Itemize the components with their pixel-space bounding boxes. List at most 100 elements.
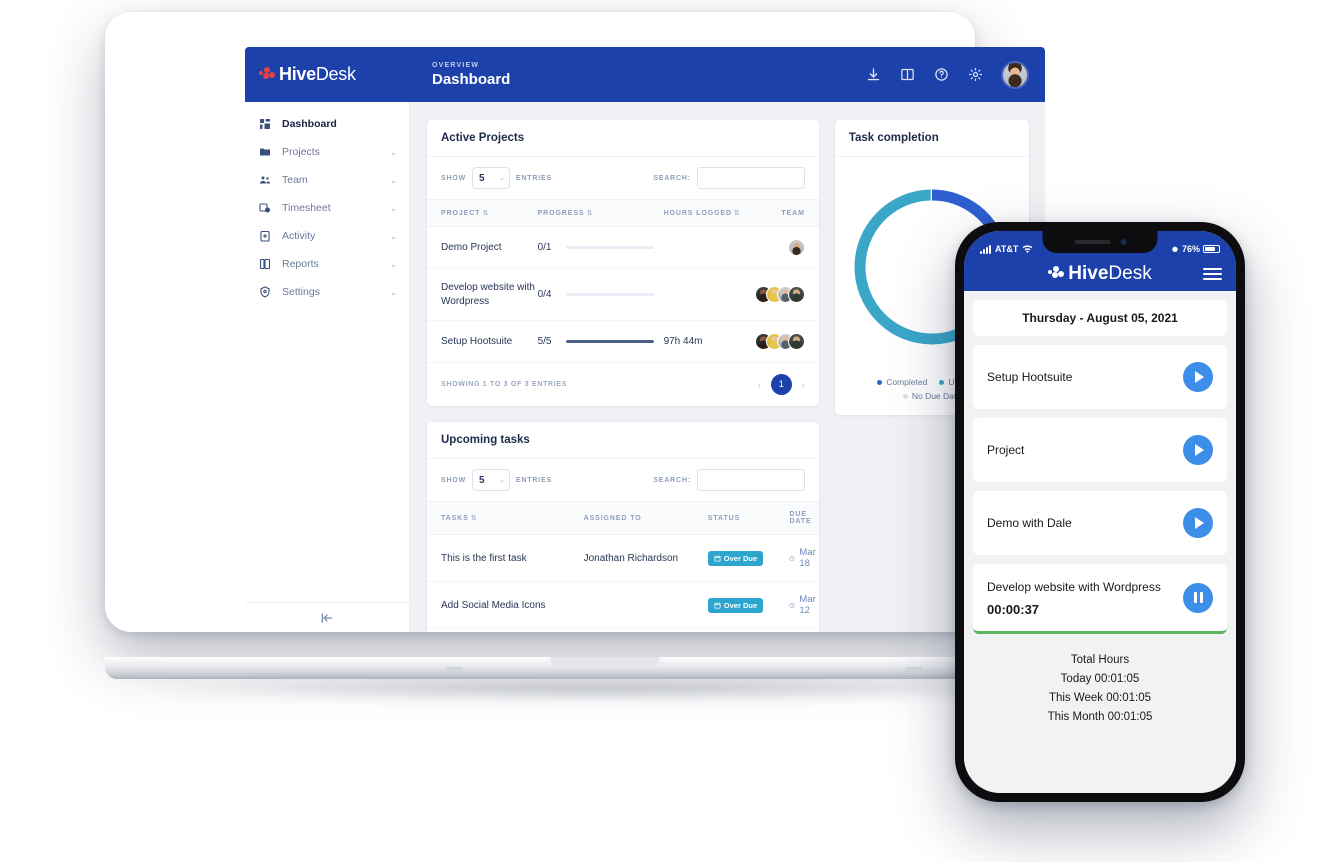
phone-logo-light: Desk: [1108, 263, 1152, 284]
table-row[interactable]: Develop website with Wordpress 0/4: [427, 268, 819, 321]
legend-item-no-due-date: No Due Date: [902, 391, 961, 401]
column-header-hours[interactable]: HOURS LOGGED ⇅: [663, 199, 755, 227]
sidebar-item-settings[interactable]: Settings ⌄: [245, 278, 409, 306]
column-header-team: TEAM: [754, 199, 819, 227]
prev-page-button[interactable]: ‹: [758, 380, 761, 390]
hamburger-icon[interactable]: [1203, 268, 1222, 280]
phone-task-row-active[interactable]: Develop website with Wordpress 00:00:37: [973, 564, 1227, 634]
hivedesk-logo-icon: [1048, 266, 1065, 282]
sidebar-item-reports[interactable]: Reports ⌄: [245, 250, 409, 278]
app-logo[interactable]: HiveDesk: [245, 64, 410, 85]
gear-icon[interactable]: [967, 67, 983, 83]
cell-assigned: Jonathan Richardson: [583, 534, 708, 582]
search-label: SEARCH:: [653, 174, 691, 182]
laptop-foot-dot: [445, 667, 463, 671]
phone-task-row[interactable]: Setup Hootsuite: [973, 345, 1227, 409]
phone-task-name: Demo with Dale: [987, 516, 1072, 530]
column-header-progress[interactable]: PROGRESS ⇅: [537, 199, 664, 227]
search-input[interactable]: [696, 167, 805, 189]
sidebar-item-activity[interactable]: Activity ⌄: [245, 222, 409, 250]
entries-select-value: 5: [478, 474, 485, 486]
cell-assigned: [583, 628, 708, 632]
status-badge: Over Due: [707, 550, 764, 566]
entries-select[interactable]: 5 ⌄: [471, 167, 510, 189]
sort-icon: ⇅: [733, 210, 741, 217]
sidebar-item-label: Timesheet: [282, 202, 331, 214]
sidebar-item-label: Settings: [282, 286, 320, 298]
carrier-label: AT&T: [995, 244, 1019, 254]
entries-select[interactable]: 5 ⌄: [471, 469, 510, 491]
cell-hours: 97h 44m: [663, 320, 755, 363]
download-icon[interactable]: [865, 67, 881, 83]
breadcrumb-kicker: OVERVIEW: [432, 61, 480, 69]
sidebar-collapse-button[interactable]: [245, 602, 409, 632]
sidebar-item-label: Activity: [282, 230, 316, 242]
sort-icon: ⇅: [470, 515, 478, 522]
sidebar-item-projects[interactable]: Projects ⌄: [245, 138, 409, 166]
book-icon[interactable]: [899, 67, 915, 83]
clock-icon: [789, 555, 795, 561]
task-completion-header: Task completion: [834, 120, 1029, 157]
play-button[interactable]: [1183, 508, 1213, 538]
totals-week: This Week 00:01:05: [1048, 691, 1152, 704]
table-row[interactable]: Add Social Media Icons Over Due Mar 12: [427, 581, 819, 629]
table-row[interactable]: Setup Hootsuite 5/5 97h 44m: [427, 320, 819, 363]
sidebar-item-team[interactable]: Team ⌄: [245, 166, 409, 194]
cell-task: Add Social Media Icons: [427, 581, 584, 629]
cell-due-date: Mar 18: [789, 534, 819, 582]
battery-icon: [1202, 245, 1220, 253]
laptop-screen: HiveDesk OVERVIEW Dashboard Dashboard Pr…: [245, 47, 1045, 632]
sidebar-item-label: Team: [282, 174, 308, 186]
alarm-icon: [1172, 246, 1178, 252]
due-date-label: Mar 18: [799, 547, 816, 569]
folder-icon: [259, 145, 274, 159]
status-badge-label: Over Due: [723, 600, 758, 610]
active-projects-controls: SHOW 5 ⌄ ENTRIES SEARCH:: [427, 157, 819, 199]
calendar-icon: [714, 555, 721, 562]
avatar: [787, 239, 805, 256]
cell-progress: 0/1: [537, 226, 664, 269]
next-page-button[interactable]: ›: [802, 380, 805, 390]
cell-due-date: Feb 22: [789, 628, 819, 632]
table-row[interactable]: Design About Us page Over Due: [427, 628, 819, 632]
avatar: [787, 333, 805, 350]
page-title: Dashboard: [432, 70, 511, 88]
phone-screen: AT&T 2:55 PM 76% HiveDesk: [964, 231, 1236, 793]
pause-button[interactable]: [1183, 582, 1213, 613]
avatar[interactable]: [1001, 60, 1029, 89]
pagination: ‹ 1 ›: [758, 374, 805, 395]
phone-speaker: [1074, 240, 1110, 244]
active-projects-header: Active Projects: [427, 120, 819, 157]
phone-logo[interactable]: Hive Desk: [1048, 263, 1152, 285]
search-input[interactable]: [696, 469, 805, 491]
table-row[interactable]: This is the first task Jonathan Richards…: [427, 534, 819, 582]
cell-assigned: [583, 581, 708, 629]
play-button[interactable]: [1183, 435, 1213, 465]
search-label: SEARCH:: [653, 476, 691, 484]
play-icon: [1195, 517, 1204, 529]
app-header: HiveDesk OVERVIEW Dashboard: [245, 47, 1045, 102]
entries-select-value: 5: [478, 172, 485, 184]
phone-task-row[interactable]: Project: [973, 418, 1227, 482]
cell-status: Over Due: [707, 581, 790, 629]
play-button[interactable]: [1183, 362, 1213, 392]
phone-task-name: Project: [987, 443, 1025, 457]
phone-date-label: Thursday - August 05, 2021: [1022, 311, 1178, 325]
cell-status: Over Due: [707, 628, 790, 632]
cell-hours: [663, 226, 755, 269]
column-header-tasks[interactable]: TASKS ⇅: [427, 501, 584, 535]
sidebar-item-dashboard[interactable]: Dashboard: [245, 110, 409, 138]
table-row[interactable]: Demo Project 0/1: [427, 226, 819, 269]
column-header-status: STATUS: [707, 501, 790, 535]
logo-text-bold: Hive: [279, 64, 316, 84]
help-icon[interactable]: [933, 67, 949, 83]
sidebar-item-timesheet[interactable]: Timesheet ⌄: [245, 194, 409, 222]
report-icon: [259, 257, 274, 271]
phone-task-row[interactable]: Demo with Dale: [973, 491, 1227, 555]
column-header-project[interactable]: PROJECT ⇅: [427, 199, 538, 227]
progress-ratio: 5/5: [537, 336, 552, 347]
entries-label: ENTRIES: [515, 476, 552, 484]
progress-bar: [565, 246, 654, 249]
page-number-1[interactable]: 1: [770, 374, 792, 395]
sidebar-nav: Dashboard Projects ⌄ Team ⌄ Timesheet ⌄ …: [245, 102, 409, 602]
